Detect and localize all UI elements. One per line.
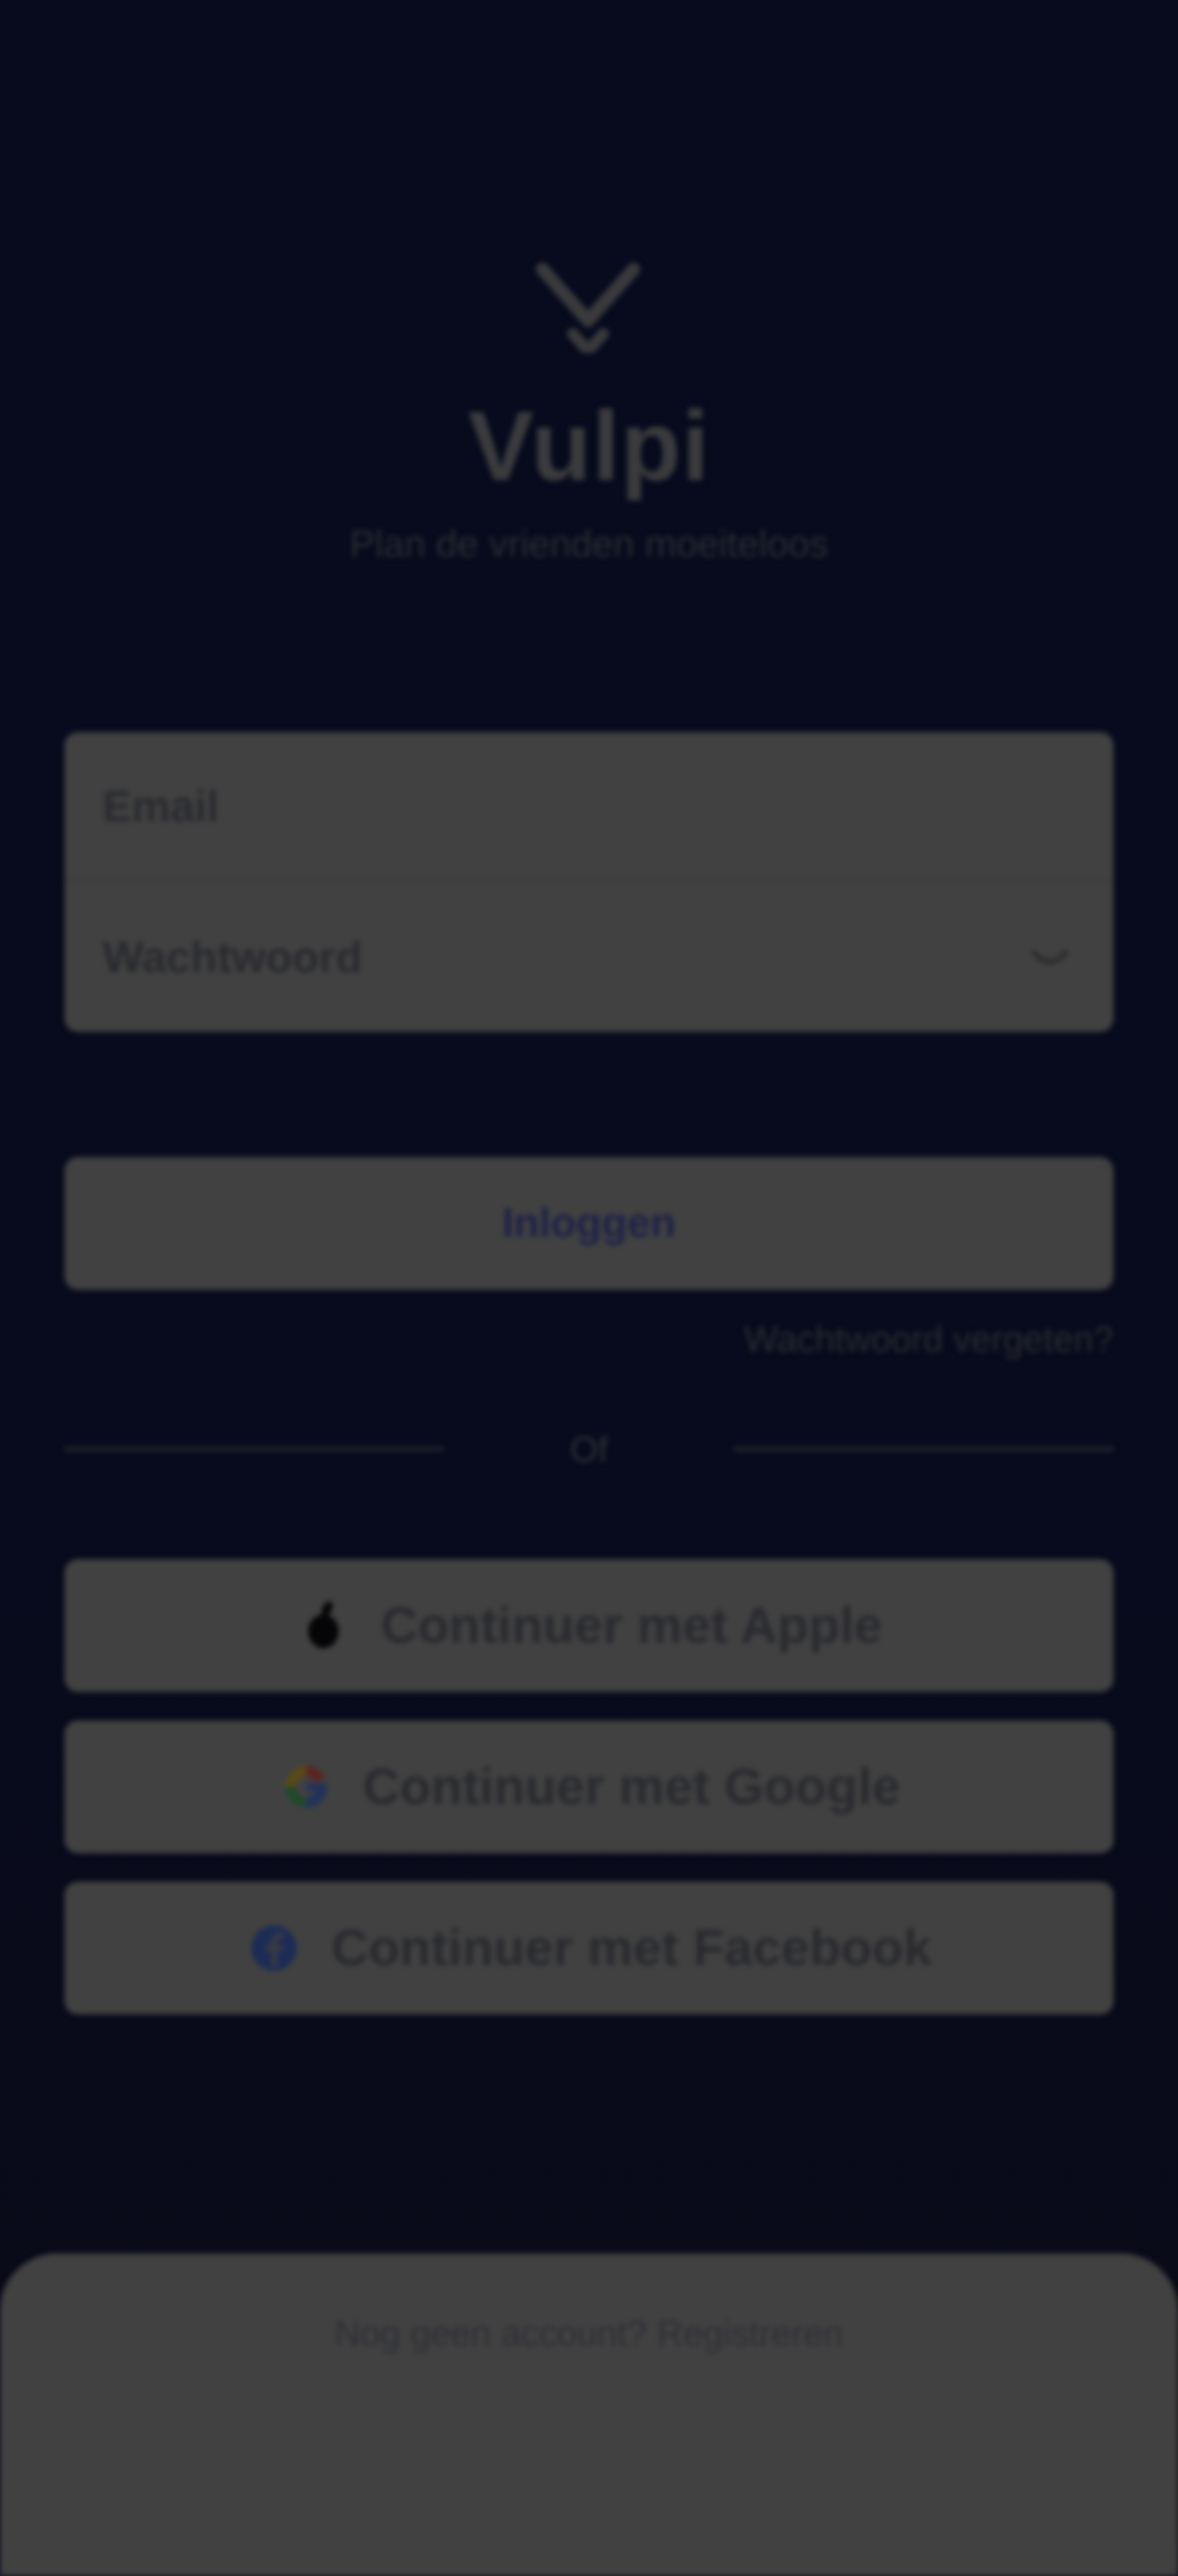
google-button-label: Continuer met Google (362, 1758, 901, 1815)
email-placeholder: Email (102, 782, 219, 831)
continue-with-google-button[interactable]: Continuer met Google (64, 1720, 1114, 1853)
facebook-icon (251, 1925, 298, 1971)
app-name: Vulpi (468, 392, 710, 502)
eye-icon[interactable] (1026, 933, 1074, 981)
vulpi-logo-icon (536, 263, 640, 353)
login-button-label: Inloggen (502, 1200, 676, 1246)
login-screen: Vulpi Plan de vrienden moeiteloos Email … (0, 0, 1178, 2576)
signup-link[interactable]: Nog geen account? Registreren (0, 2314, 1178, 2355)
continue-with-apple-button[interactable]: Continuer met Apple (64, 1559, 1114, 1692)
email-field[interactable]: Email (64, 732, 1114, 882)
continue-with-facebook-button[interactable]: Continuer met Facebook (64, 1882, 1114, 2015)
signup-sheet (0, 2254, 1178, 2576)
divider-line-right (734, 1447, 1114, 1451)
login-button[interactable]: Inloggen (64, 1157, 1114, 1290)
password-placeholder: Wachtwoord (102, 932, 363, 982)
facebook-button-label: Continuer met Facebook (331, 1920, 932, 1977)
apple-button-label: Continuer met Apple (380, 1597, 883, 1654)
app-tagline: Plan de vrienden moeiteloos (349, 524, 829, 565)
password-field[interactable]: Wachtwoord (64, 882, 1114, 1032)
forgot-password-link[interactable]: Wachtwoord vergeten? (745, 1320, 1114, 1361)
google-icon (285, 1765, 327, 1808)
login-form: Email Wachtwoord (64, 732, 1114, 1032)
apple-icon (308, 1601, 340, 1648)
